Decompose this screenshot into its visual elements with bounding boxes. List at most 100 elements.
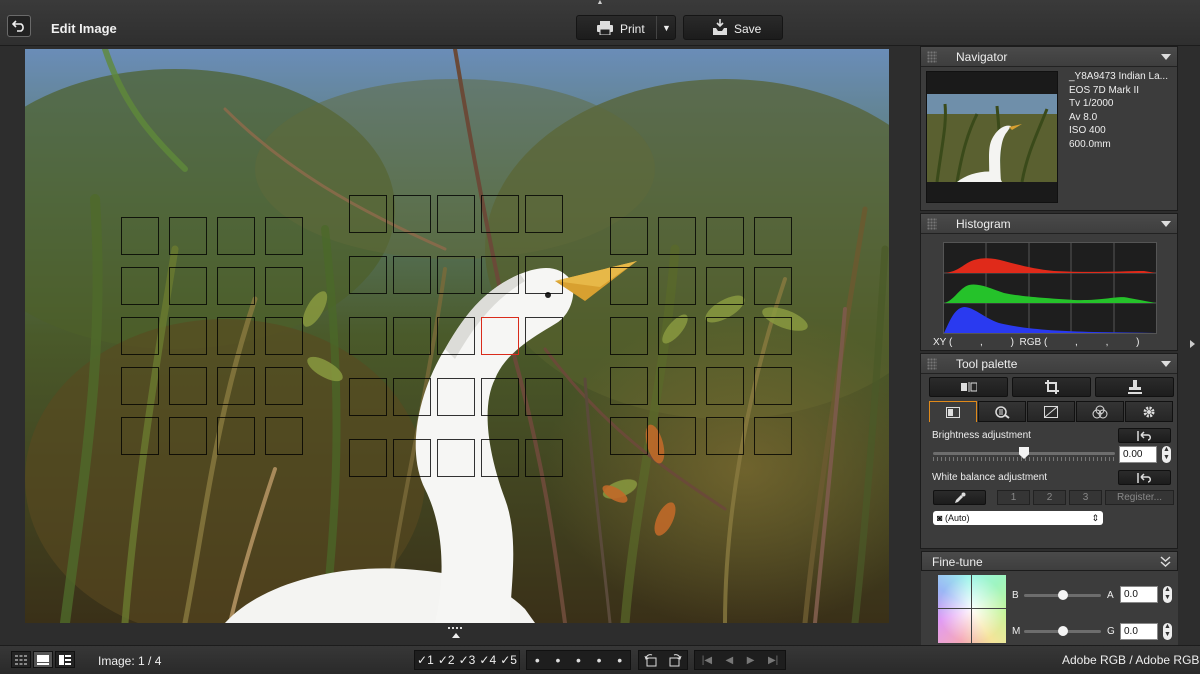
multi-view-button[interactable]: [55, 651, 75, 668]
single-view-button[interactable]: [33, 651, 53, 668]
gear-icon: [1143, 406, 1155, 417]
stamp-button[interactable]: [1095, 377, 1174, 397]
top-toolbar: ▲ Edit Image Print ▼ Save: [0, 0, 1200, 46]
rating-3-button[interactable]: ✓3: [459, 653, 476, 667]
m-g-slider-thumb[interactable]: [1058, 626, 1068, 636]
rating-4-label: 4: [489, 653, 497, 667]
cursor-readout: XY ( , ) RGB ( , , ): [933, 337, 1140, 348]
star-rating-group: ✓1 ✓2 ✓3 ✓4 ✓5: [414, 650, 520, 670]
af-point: [481, 256, 519, 294]
tab-tone-curve[interactable]: [1027, 401, 1075, 422]
collapse-arrow-icon[interactable]: [1161, 221, 1171, 227]
save-label: Save: [734, 22, 762, 36]
save-icon: [713, 19, 727, 35]
photo-preview[interactable]: [25, 49, 889, 623]
color-fine-tune-wheel[interactable]: [938, 575, 1006, 643]
a-stepper[interactable]: ▲ ▼: [1163, 586, 1172, 603]
rotate-right-icon[interactable]: [667, 653, 683, 667]
print-dropdown-button[interactable]: ▼: [656, 16, 676, 39]
histogram-title: Histogram: [956, 217, 1011, 231]
fine-tune-header[interactable]: Fine-tune: [921, 551, 1178, 571]
last-image-icon[interactable]: ▶|: [768, 655, 778, 666]
af-point: [610, 267, 648, 305]
a-value-field[interactable]: 0.0: [1120, 586, 1158, 603]
af-point: [658, 217, 696, 255]
crop-button[interactable]: [1012, 377, 1091, 397]
first-image-icon[interactable]: |◀: [702, 655, 712, 666]
tool-palette-title: Tool palette: [956, 357, 1018, 371]
tab-detail[interactable]: [978, 401, 1026, 422]
g-stepper[interactable]: ▲ ▼: [1163, 623, 1172, 640]
af-point: [121, 217, 159, 255]
color-circles-icon: [1092, 405, 1108, 418]
grid-view-button[interactable]: [11, 651, 31, 668]
star-dot-5[interactable]: •: [617, 652, 622, 668]
save-button[interactable]: Save: [683, 15, 783, 40]
rating-2-button[interactable]: ✓2: [438, 653, 455, 667]
collapse-toolbar-icon[interactable]: ▲: [596, 0, 604, 6]
rating-4-button[interactable]: ✓4: [479, 653, 496, 667]
tab-basic[interactable]: [929, 401, 977, 422]
collapse-arrow-icon[interactable]: [1161, 54, 1171, 60]
next-image-icon[interactable]: ▶: [747, 655, 755, 666]
tab-settings[interactable]: [1125, 401, 1173, 422]
rotate-left-icon[interactable]: [643, 653, 659, 667]
brightness-stepper[interactable]: ▲ ▼: [1162, 446, 1171, 463]
star-dot-1[interactable]: •: [535, 652, 540, 668]
af-point: [481, 439, 519, 477]
navigator-header[interactable]: Navigator: [921, 47, 1177, 67]
print-button[interactable]: Print ▼: [576, 15, 676, 40]
wb-reset-button[interactable]: [1118, 470, 1171, 485]
brightness-reset-button[interactable]: [1118, 428, 1171, 443]
double-chevron-down-icon[interactable]: [1160, 556, 1171, 567]
af-point: [265, 267, 303, 305]
single-image-icon: [37, 654, 49, 665]
star-dot-3[interactable]: •: [576, 652, 581, 668]
af-point: [169, 317, 207, 355]
collapse-arrow-icon[interactable]: [1161, 361, 1171, 367]
af-point: [525, 378, 563, 416]
star-dot-2[interactable]: •: [555, 652, 560, 668]
af-point: [437, 195, 475, 233]
navigator-title: Navigator: [956, 50, 1008, 64]
histogram-header[interactable]: Histogram: [921, 214, 1177, 234]
af-point: [437, 317, 475, 355]
fine-tune-panel: B A 0.0 ▲ ▼ M G 0.0 ▲ ▼: [921, 571, 1178, 645]
compare-button[interactable]: [929, 377, 1008, 397]
af-point: [393, 317, 431, 355]
drag-grip-icon[interactable]: [927, 51, 937, 63]
navigator-thumbnail[interactable]: [926, 71, 1058, 203]
star-dot-4[interactable]: •: [597, 652, 602, 668]
drag-grip-icon[interactable]: [927, 358, 937, 370]
drag-grip-icon[interactable]: [927, 218, 937, 230]
expand-right-arrow-icon[interactable]: [1190, 340, 1195, 348]
white-balance-select[interactable]: ◙ (Auto) ⇕: [933, 511, 1103, 525]
eyedropper-button[interactable]: [933, 490, 986, 505]
af-point: [481, 378, 519, 416]
view-mode-buttons: [11, 651, 75, 668]
rating-1-button[interactable]: ✓1: [417, 653, 434, 667]
rating-5-label: 5: [510, 653, 517, 667]
wb-preset-3-button[interactable]: 3: [1069, 490, 1102, 505]
fine-tune-title: Fine-tune: [932, 555, 983, 569]
g-value-field[interactable]: 0.0: [1120, 623, 1158, 640]
back-arrow-icon: [12, 20, 24, 32]
filmstrip-toggle-handle[interactable]: [447, 626, 465, 642]
wb-preset-1-button[interactable]: 1: [997, 490, 1030, 505]
rating-5-button[interactable]: ✓5: [500, 653, 517, 667]
tool-palette-header[interactable]: Tool palette: [921, 354, 1177, 374]
b-a-slider-thumb[interactable]: [1058, 590, 1068, 600]
wb-preset-2-button[interactable]: 2: [1033, 490, 1066, 505]
af-point: [658, 317, 696, 355]
back-button[interactable]: [7, 15, 31, 37]
af-point: [217, 367, 255, 405]
compare-icon: [960, 382, 977, 392]
af-point: [169, 367, 207, 405]
previous-image-icon[interactable]: ◀: [726, 655, 734, 666]
brightness-label: Brightness adjustment: [932, 430, 1031, 441]
tab-color[interactable]: [1076, 401, 1124, 422]
wb-register-button[interactable]: Register...: [1105, 490, 1174, 505]
af-point: [658, 267, 696, 305]
brightness-value-field[interactable]: 0.00: [1119, 446, 1157, 463]
color-space-status: Adobe RGB / Adobe RGB: [1062, 653, 1200, 667]
